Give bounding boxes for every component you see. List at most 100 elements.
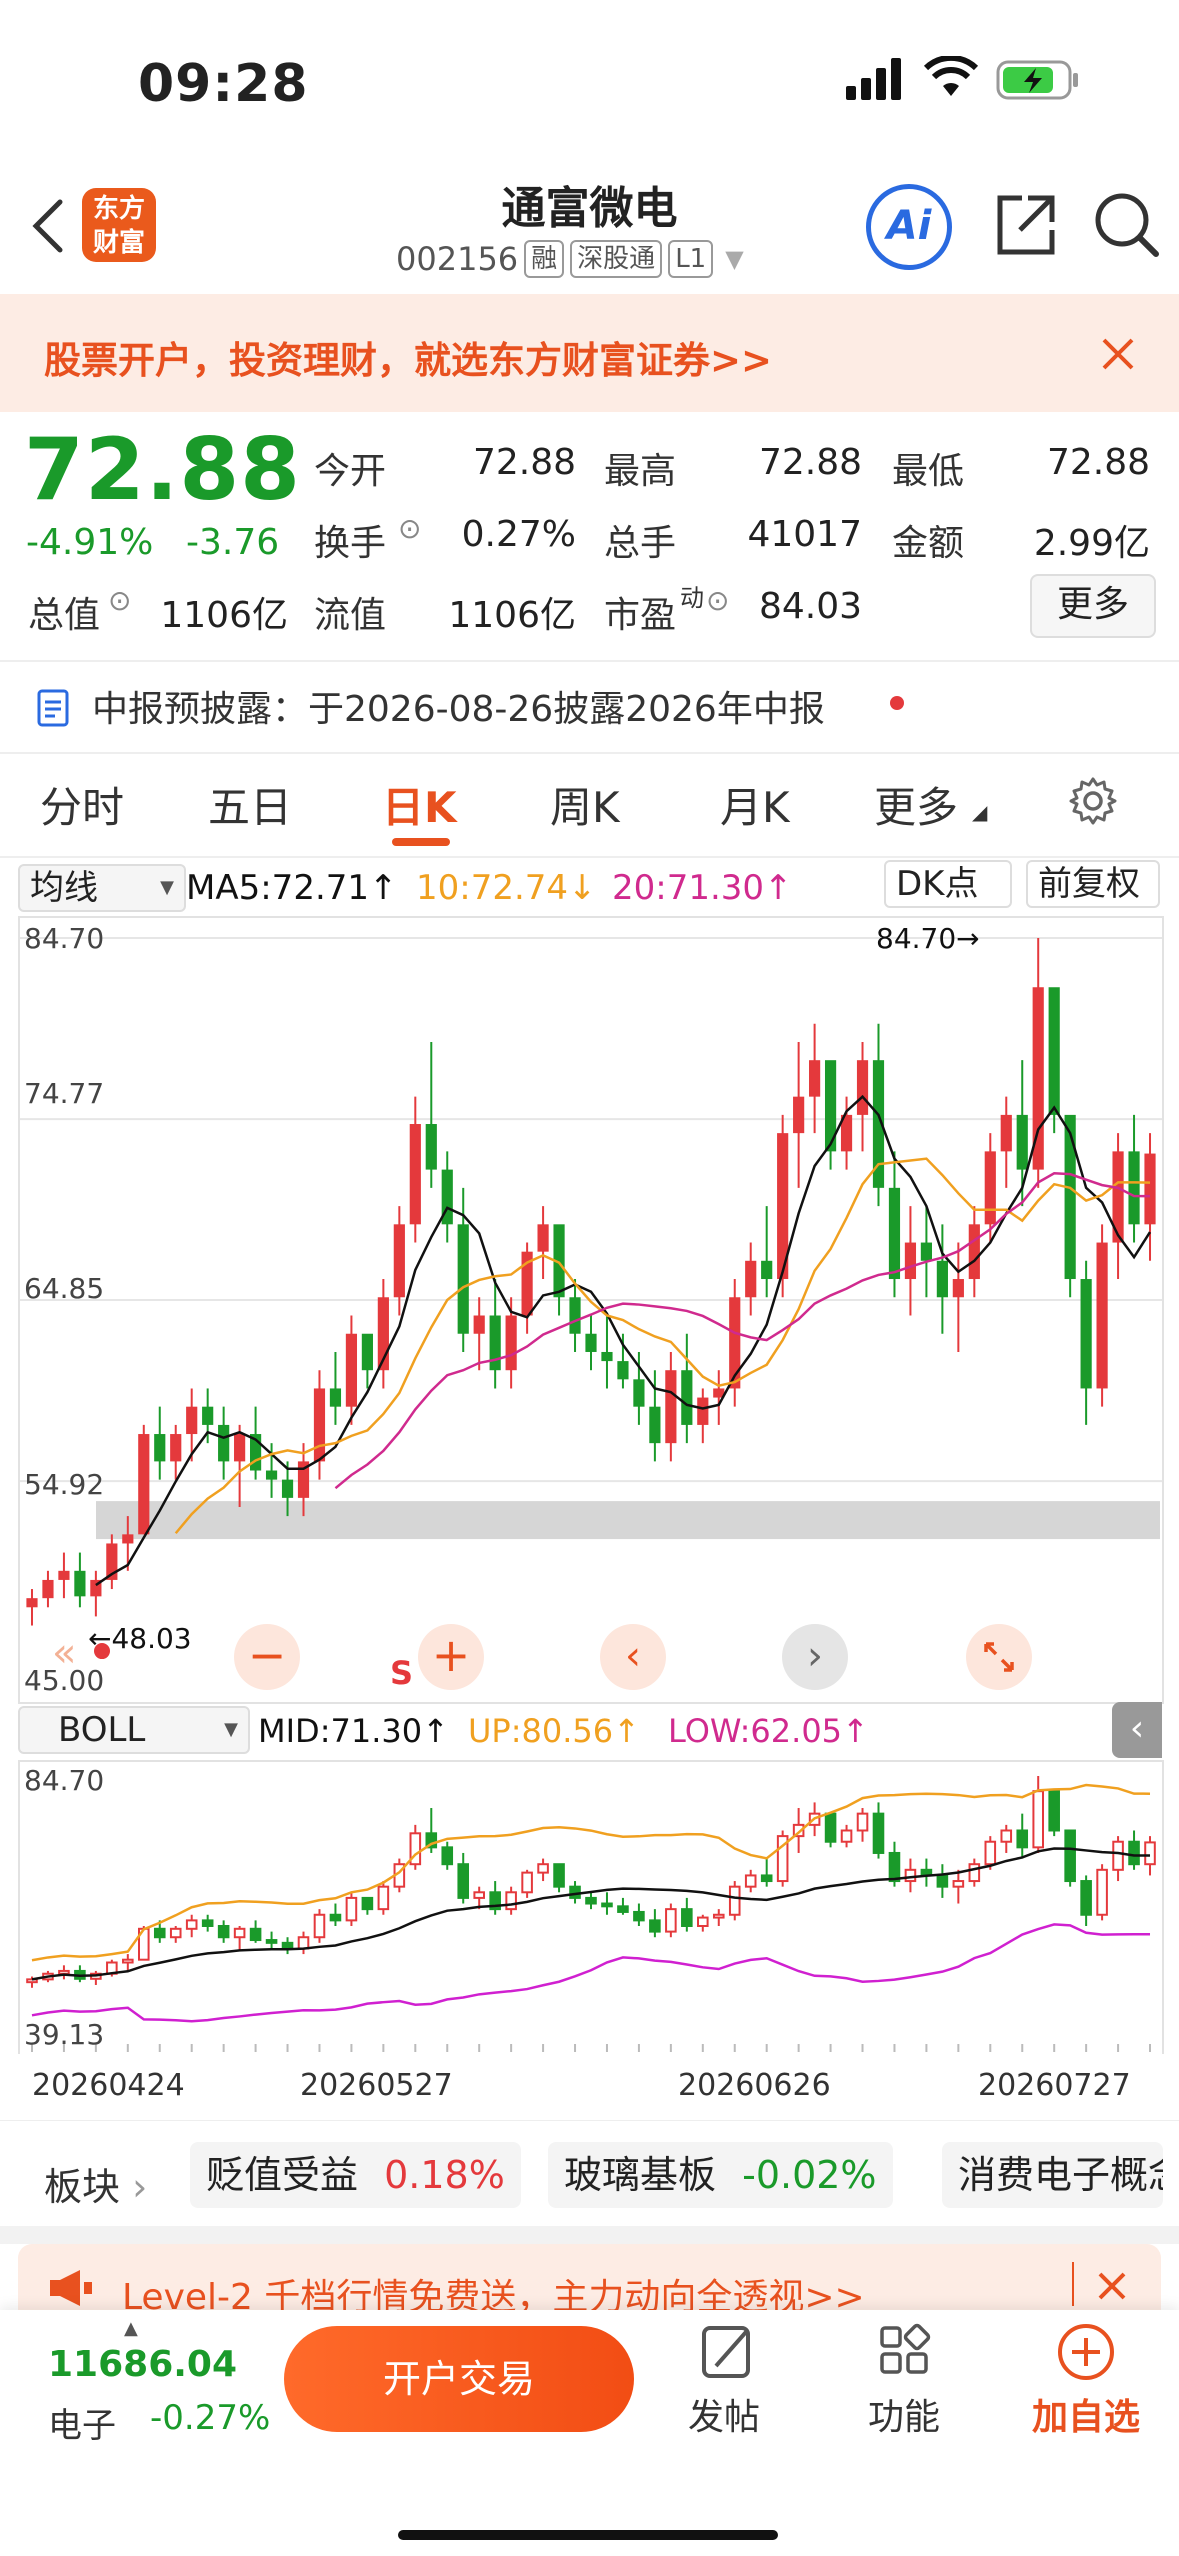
tab-intraday[interactable]: 分时 [40, 774, 124, 835]
candle-body [1000, 1114, 1012, 1152]
stock-code-row[interactable]: 002156 融 深股通 L1 ▼ [396, 240, 744, 278]
candle-body [1064, 1829, 1076, 1883]
tag-connect: 深股通 [570, 240, 663, 278]
index-pct[interactable]: -0.27% [150, 2398, 270, 2438]
divider [0, 856, 1179, 858]
kline-chart-frame[interactable] [18, 916, 1164, 1704]
close-icon[interactable] [1100, 336, 1136, 376]
indicator-select[interactable]: 均线 ▼ [18, 864, 186, 912]
candle-body [1128, 1151, 1140, 1225]
candle-body [58, 1570, 70, 1580]
candle-body [920, 1242, 932, 1261]
candle-body [665, 1908, 677, 1933]
candle-body [968, 1224, 980, 1280]
min-price-marker: ←48.03 [88, 1622, 192, 1655]
fullscreen-button[interactable] [966, 1624, 1032, 1690]
collapse-panel-button[interactable]: ‹ [1112, 1702, 1162, 1758]
candle-body [281, 1941, 294, 1950]
boll-chart-frame[interactable] [18, 1760, 1164, 2054]
scroll-left-button[interactable]: ‹ [600, 1624, 666, 1690]
turnover-value: 0.27% [461, 514, 576, 555]
boards-label[interactable]: 板块 › [44, 2156, 147, 2211]
indicator-select-label: 均线 [30, 868, 98, 908]
candle-body [1032, 1790, 1045, 1849]
ai-button[interactable]: Ai [866, 184, 952, 270]
boll-y-bottom: 39.13 [24, 2018, 105, 2051]
add-watchlist-button[interactable]: 加自选 [1026, 2320, 1146, 2440]
candle-body [936, 1874, 949, 1888]
promo-banner-text[interactable]: 股票开户，投资理财，就选东方财富证券>> [44, 330, 772, 384]
close-icon[interactable] [1096, 2270, 1128, 2306]
post-button[interactable]: 发帖 [664, 2320, 784, 2440]
candle-body [329, 1913, 342, 1922]
boards-label-text: 板块 [44, 2165, 121, 2209]
zoom-out-button[interactable]: − [234, 1624, 300, 1690]
candle-body [1016, 1114, 1028, 1170]
zoom-in-button[interactable]: + [418, 1624, 484, 1690]
index-name[interactable]: 电子 [48, 2398, 116, 2447]
candle-body [904, 1242, 917, 1280]
tab-more[interactable]: 更多 [874, 774, 958, 835]
candle-body [697, 1916, 709, 1927]
tab-daily-k[interactable]: 日K [382, 774, 457, 835]
info-icon[interactable]: ⊙ [108, 584, 131, 617]
document-icon [36, 688, 70, 732]
index-value[interactable]: 11686.04 [48, 2344, 237, 2385]
more-button[interactable]: 更多 [1030, 574, 1156, 638]
candle-body [58, 1969, 70, 1975]
share-icon[interactable] [992, 192, 1058, 262]
low-label: 最低 [892, 451, 965, 492]
candle-body [457, 1224, 469, 1334]
candle-body [633, 1379, 645, 1407]
board-chip[interactable]: 贬值受益 0.18% [190, 2142, 521, 2208]
candle-body [761, 1260, 773, 1280]
tab-monthly-k[interactable]: 月K [720, 774, 790, 835]
candle-body [824, 1812, 837, 1843]
board-name: 消费电子概念 [958, 2153, 1163, 2197]
candle-body [745, 1260, 757, 1298]
scroll-left-fast-icon[interactable]: « [52, 1630, 102, 1680]
candle-body [665, 1370, 677, 1444]
candle-body [265, 1939, 278, 1944]
dk-point-button[interactable]: DK点 [884, 860, 1012, 908]
board-name: 玻璃基板 [564, 2153, 717, 2197]
wifi-icon [923, 54, 979, 102]
tab-five-day[interactable]: 五日 [208, 774, 292, 835]
info-icon[interactable]: ⊙ [398, 512, 421, 545]
home-indicator [398, 2530, 778, 2540]
candle-body [697, 1397, 709, 1425]
boll-select[interactable]: BOLL ▼ [18, 1706, 250, 1754]
tab-weekly-k[interactable]: 周K [550, 774, 620, 835]
megaphone-icon [46, 2266, 94, 2314]
candle-body [553, 1863, 565, 1888]
candle-body [26, 1598, 38, 1608]
boll-low: LOW:62.05↑ [668, 1712, 869, 1750]
candle-body [617, 1361, 629, 1380]
boll-chart[interactable] [20, 1762, 1162, 2052]
candle-body [218, 1424, 230, 1462]
candle-body [728, 1885, 741, 1916]
adjust-button[interactable]: 前复权 [1026, 860, 1160, 908]
tag-level: L1 [668, 240, 714, 278]
earnings-notice[interactable]: 中报预披露：于2026-08-26披露2026年中报 [92, 680, 825, 732]
clock: 09:28 [138, 54, 309, 114]
stock-code: 002156 [396, 240, 519, 278]
board-chip[interactable]: 玻璃基板 -0.02% [548, 2142, 893, 2208]
scroll-right-button[interactable]: › [782, 1624, 848, 1690]
candle-body [649, 1919, 661, 1933]
settings-gear-icon[interactable] [1068, 776, 1118, 830]
tab-more-arrow-icon: ◢ [972, 800, 988, 824]
divider [1072, 2262, 1074, 2306]
candle-body [968, 1863, 981, 1883]
board-chip[interactable]: 消费电子概念 [942, 2142, 1163, 2208]
kline-chart[interactable] [20, 918, 1162, 1702]
candle-body [170, 1434, 182, 1462]
function-button[interactable]: 功能 [844, 2320, 964, 2440]
candle-body [537, 1224, 549, 1252]
search-icon[interactable] [1092, 190, 1162, 264]
candle-body [249, 1927, 262, 1942]
boll-mid-line [31, 1847, 1151, 1981]
candle-body [345, 1333, 358, 1407]
notice-dot [890, 696, 904, 710]
open-account-trade-button[interactable]: 开户交易 [284, 2326, 634, 2432]
